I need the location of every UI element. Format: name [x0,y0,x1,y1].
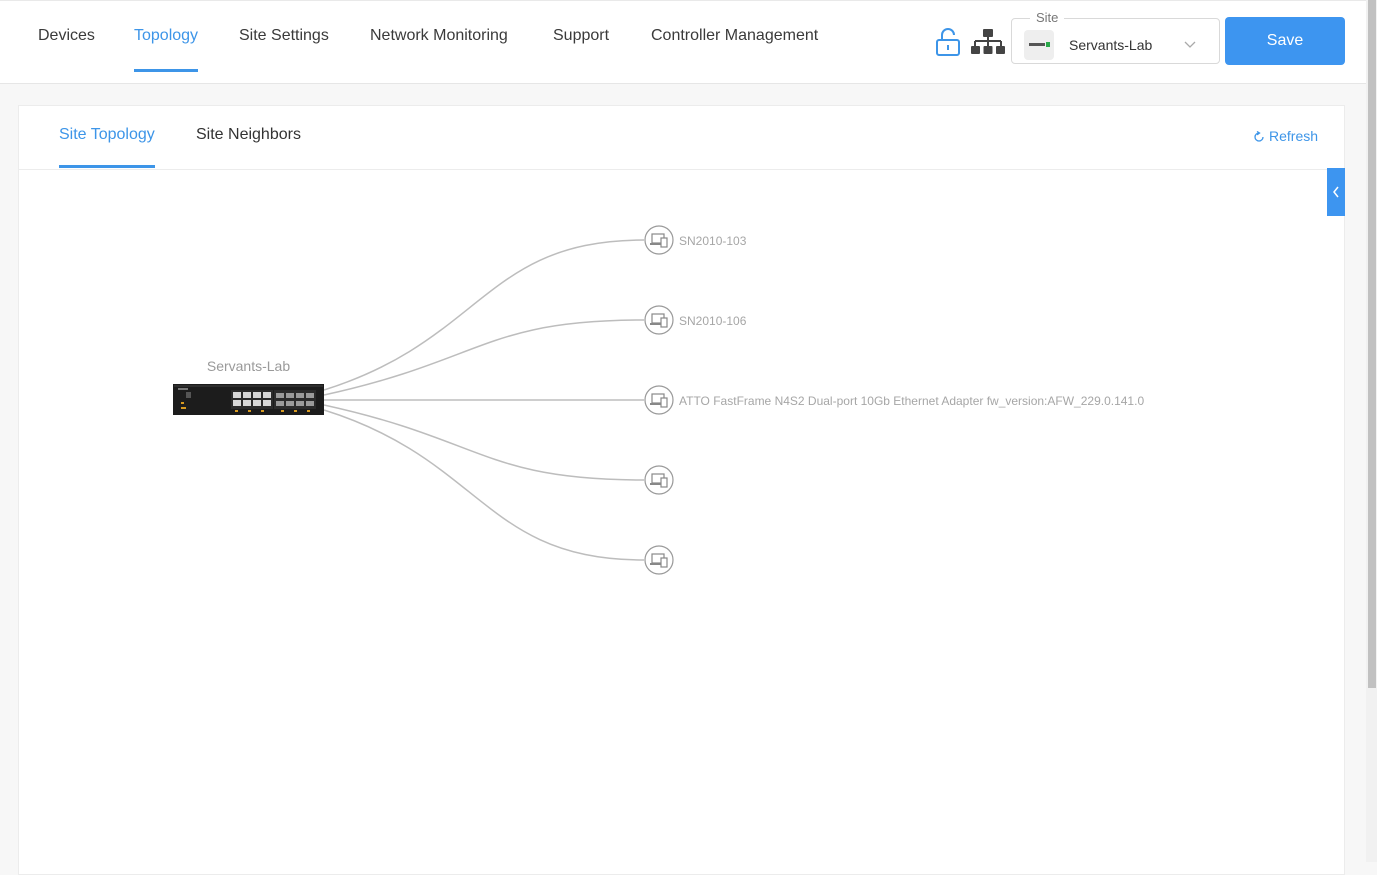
neighbor-device-icon[interactable] [644,225,674,255]
tab-network-monitoring[interactable]: Network Monitoring [370,1,508,85]
save-button[interactable]: Save [1225,17,1345,65]
tab-site-settings[interactable]: Site Settings [239,1,329,85]
tab-support[interactable]: Support [553,1,609,85]
neighbor-device-icon[interactable] [644,465,674,495]
neighbor-device-icon[interactable] [644,385,674,415]
scrollbar-thumb[interactable] [1368,0,1376,688]
root-device-label: Servants-Lab [206,358,291,374]
switch-device-icon[interactable] [173,384,324,415]
site-select-value: Servants-Lab [1069,37,1153,53]
top-navigation: Devices Topology Site Settings Network M… [0,0,1366,84]
neighbor-label: SN2010-103 [679,234,747,248]
collapse-panel-button[interactable] [1327,168,1345,216]
refresh-icon [1254,130,1264,142]
site-logo-icon [1024,30,1054,60]
tab-site-neighbors[interactable]: Site Neighbors [196,106,301,169]
neighbor-device-icon[interactable] [644,305,674,335]
topology-panel: Site Topology Site Neighbors Refresh [18,105,1345,875]
refresh-button[interactable]: Refresh [1253,128,1318,144]
refresh-label: Refresh [1269,128,1319,144]
neighbor-label: ATTO FastFrame N4S2 Dual-port 10Gb Ether… [679,394,1145,408]
tab-controller-management[interactable]: Controller Management [651,1,818,85]
tab-topology[interactable]: Topology [134,1,199,85]
network-topology-icon[interactable] [970,28,1006,56]
site-select-label: Site [1030,10,1065,25]
site-select[interactable]: Site Servants-Lab [1011,10,1220,64]
neighbor-label: SN2010-106 [679,314,747,328]
neighbor-device-icon[interactable] [644,545,674,575]
chevron-left-icon [1333,186,1339,198]
unlock-icon[interactable] [935,27,961,57]
tab-devices[interactable]: Devices [38,1,95,85]
tab-site-topology[interactable]: Site Topology [59,106,155,169]
chevron-down-icon [1184,41,1196,48]
panel-tabs: Site Topology Site Neighbors Refresh [19,106,1344,170]
